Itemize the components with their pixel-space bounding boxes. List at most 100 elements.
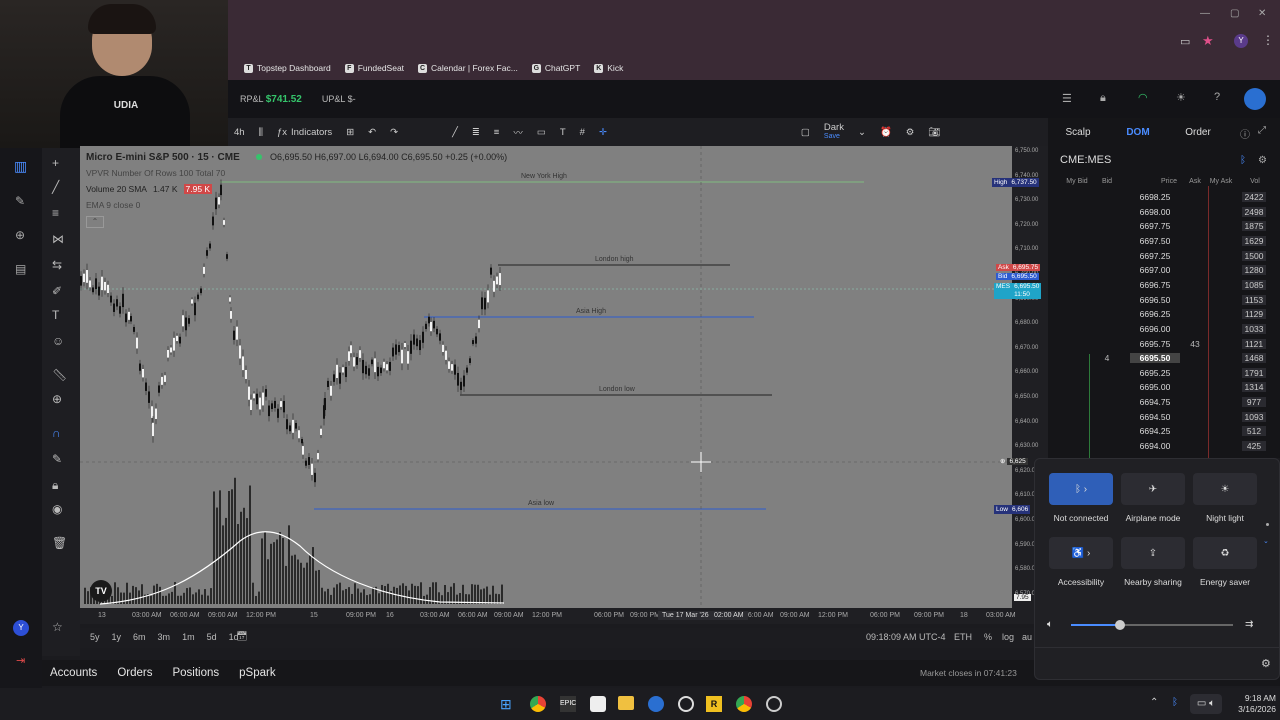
collapse-indicators-button[interactable]: ⌃ bbox=[86, 216, 104, 228]
rect-icon[interactable]: ▭ bbox=[537, 127, 546, 138]
volume-slider-knob[interactable] bbox=[1114, 620, 1125, 630]
fullscreen-icon[interactable]: ▢ bbox=[801, 127, 810, 138]
file-explorer-icon[interactable] bbox=[618, 696, 634, 710]
dom-settings-icon[interactable]: ⚙ bbox=[1258, 155, 1267, 166]
dom-row[interactable]: 6695.50 4 1468 bbox=[1048, 353, 1280, 368]
quick-tile-energy-saver[interactable]: ♻ bbox=[1193, 537, 1257, 569]
windows-start-icon[interactable]: ⊞ bbox=[500, 696, 512, 713]
zoom-tool-icon[interactable]: ⊕ bbox=[52, 392, 62, 406]
undo-icon[interactable]: ↶ bbox=[368, 127, 376, 138]
range-button[interactable]: 6m bbox=[133, 632, 146, 642]
channel-icon[interactable]: ≣ bbox=[472, 127, 480, 138]
magnet-tool-icon[interactable]: ∩ bbox=[52, 426, 61, 440]
cast-icon[interactable]: ▭ bbox=[1180, 35, 1190, 48]
notes-nav-icon[interactable]: ▤ bbox=[15, 262, 26, 276]
session-toggle[interactable]: ETH bbox=[954, 632, 972, 642]
dom-row[interactable]: 6695.00 1314 bbox=[1048, 382, 1280, 397]
bottom-tab[interactable]: Accounts bbox=[50, 667, 97, 679]
dom-bluetooth-icon[interactable]: ᛒ bbox=[1240, 155, 1246, 166]
dom-row[interactable]: 6697.50 1629 bbox=[1048, 235, 1280, 251]
camera-icon[interactable]: 📷︎ bbox=[928, 127, 940, 138]
line-draw-icon[interactable]: ╱ bbox=[452, 127, 458, 138]
pitchfork-icon[interactable]: ≡ bbox=[494, 127, 500, 138]
dom-tab[interactable]: Scalp bbox=[1048, 127, 1108, 138]
dom-row[interactable]: 6698.00 2498 bbox=[1048, 206, 1280, 222]
text-icon[interactable]: T bbox=[560, 127, 566, 138]
trash-icon[interactable]: 🗑︎ bbox=[52, 536, 67, 550]
app-taskbar-icon-1[interactable]: EPIC bbox=[560, 696, 576, 712]
text-tool-icon[interactable]: T bbox=[52, 308, 59, 322]
tray-bluetooth-icon[interactable]: ᛒ bbox=[1172, 697, 1178, 708]
range-button[interactable]: 5y bbox=[90, 632, 100, 642]
range-button[interactable]: 5d bbox=[207, 632, 217, 642]
redo-icon[interactable]: ↷ bbox=[390, 127, 398, 138]
beta-logo-icon[interactable] bbox=[1244, 88, 1266, 110]
taskbar-date[interactable]: 3/16/2026 bbox=[1226, 704, 1276, 715]
interval-selector[interactable]: 4h bbox=[234, 127, 245, 138]
close-icon[interactable]: ✕ bbox=[1258, 8, 1266, 19]
bookmark-item[interactable]: F FundedSeat bbox=[344, 63, 404, 73]
dom-row[interactable]: 6697.00 1280 bbox=[1048, 265, 1280, 280]
range-button[interactable]: 3m bbox=[158, 632, 171, 642]
bookmark-item[interactable]: G ChatGPT bbox=[531, 63, 580, 73]
chrome-taskbar-icon-2[interactable] bbox=[736, 696, 752, 712]
taskbar-time[interactable]: 9:18 AM bbox=[1226, 693, 1276, 704]
projection-tool-icon[interactable]: ⇆ bbox=[52, 258, 62, 272]
dom-row[interactable]: 6696.75 1085 bbox=[1048, 279, 1280, 295]
app-taskbar-icon-5[interactable]: R bbox=[706, 696, 722, 712]
save-label[interactable]: Save bbox=[824, 132, 844, 141]
dom-row[interactable]: 6697.25 1500 bbox=[1048, 250, 1280, 266]
bottom-tab[interactable]: pSpark bbox=[239, 667, 275, 679]
speaker-icon[interactable]: 🔈︎ bbox=[1047, 619, 1053, 630]
sliders-icon[interactable]: ☰ bbox=[1062, 92, 1072, 105]
fib-tool-icon[interactable]: ≡ bbox=[52, 206, 59, 220]
pattern-tool-icon[interactable]: ⋈ bbox=[52, 232, 64, 246]
app-taskbar-icon-2[interactable] bbox=[590, 696, 606, 712]
dom-row[interactable]: 6697.75 1875 bbox=[1048, 221, 1280, 236]
profile-avatar[interactable]: Y bbox=[1234, 34, 1248, 48]
layout-icon[interactable]: ⊞ bbox=[346, 127, 354, 138]
target-nav-icon[interactable]: ⊕ bbox=[15, 228, 25, 242]
minimize-icon[interactable]: — bbox=[1200, 8, 1210, 19]
crosshair-icon[interactable]: ✛ bbox=[599, 127, 607, 138]
date-range-icon[interactable]: 📅︎ bbox=[236, 631, 247, 642]
tray-chevron-icon[interactable]: ⌃ bbox=[1150, 697, 1158, 708]
menu-kebab-icon[interactable]: ⋮ bbox=[1262, 33, 1274, 47]
dom-row[interactable]: 6694.50 1093 bbox=[1048, 411, 1280, 427]
range-button[interactable]: 1m bbox=[182, 632, 195, 642]
bottom-tab[interactable]: Positions bbox=[172, 667, 219, 679]
chart-canvas[interactable] bbox=[80, 146, 1048, 608]
brush-tool-icon[interactable]: ✐ bbox=[52, 284, 62, 298]
eye-icon[interactable]: ◉ bbox=[52, 502, 62, 516]
dom-row[interactable]: 6698.25 2422 bbox=[1048, 192, 1280, 207]
quick-tile-night-light[interactable]: ☀ bbox=[1193, 473, 1257, 505]
page-chevron-icon[interactable]: ⌄ bbox=[1263, 537, 1269, 545]
brightness-icon[interactable]: ☀ bbox=[1176, 91, 1186, 104]
crosshair-tool-icon[interactable]: + bbox=[52, 156, 59, 170]
alert-icon[interactable]: ⏰ bbox=[880, 127, 892, 138]
app-taskbar-icon-4[interactable] bbox=[678, 696, 694, 712]
quick-tile-accessibility[interactable]: ♿ › bbox=[1049, 537, 1113, 569]
favorites-star-icon[interactable]: ☆ bbox=[52, 620, 63, 634]
settings-gear-icon[interactable]: ⚙ bbox=[906, 127, 915, 138]
chrome-taskbar-icon[interactable] bbox=[530, 696, 546, 712]
quick-tile-nearby-sharing[interactable]: ⇪ bbox=[1121, 537, 1185, 569]
app-taskbar-icon-3[interactable] bbox=[648, 696, 664, 712]
audio-output-icon[interactable]: ⇉ bbox=[1245, 619, 1253, 630]
bookmark-star-icon[interactable]: ★ bbox=[1202, 33, 1214, 49]
clock-readout[interactable]: 09:18:09 AM UTC-4 bbox=[866, 632, 946, 642]
quick-tile-airplane-mode[interactable]: ✈ bbox=[1121, 473, 1185, 505]
log-toggle[interactable]: log bbox=[1002, 632, 1014, 642]
ruler-tool-icon[interactable]: 📏︎ bbox=[52, 368, 67, 382]
app-taskbar-icon-6[interactable] bbox=[766, 696, 782, 712]
bookmark-item[interactable]: T Topstep Dashboard bbox=[244, 63, 331, 73]
tradingview-logo[interactable]: TV bbox=[90, 580, 112, 602]
dom-row[interactable]: 6696.50 1153 bbox=[1048, 294, 1280, 310]
dropdown-chevron-icon[interactable]: ⌄ bbox=[858, 127, 866, 138]
lock-icon[interactable]: 🔒︎ bbox=[1100, 92, 1106, 105]
dom-row[interactable]: 6694.25 512 bbox=[1048, 426, 1280, 441]
dom-row[interactable]: 6695.25 1791 bbox=[1048, 367, 1280, 383]
dom-row[interactable]: 6696.25 1129 bbox=[1048, 309, 1280, 324]
dom-tab[interactable]: Order bbox=[1168, 127, 1228, 138]
price-chart[interactable]: Micro E-mini S&P 500 · 15 · CME O6,695.5… bbox=[80, 146, 1048, 608]
